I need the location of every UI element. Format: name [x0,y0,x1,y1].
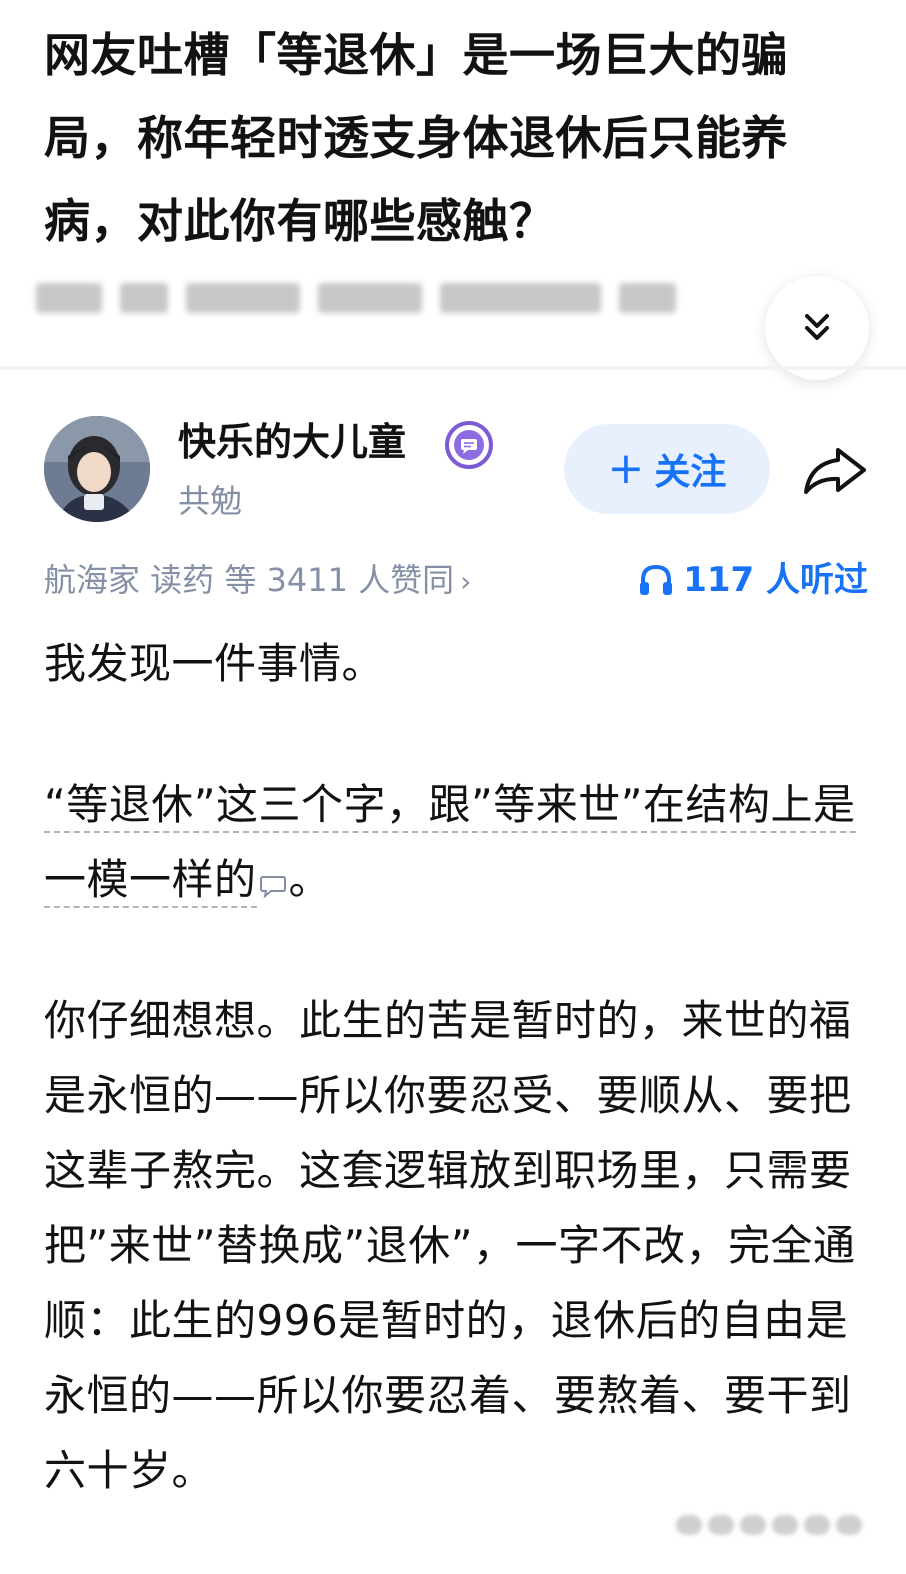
chevron-right-icon: › [460,565,472,598]
author-bio: 共勉 [178,482,243,520]
question-title[interactable]: 网友吐槽「等退休」是一场巨大的骗局，称年轻时透支身体退休后只能养病，对此你有哪些… [44,14,874,263]
follow-label: 关注 [654,452,727,493]
headphone-icon [640,564,673,595]
header-divider [0,366,906,370]
endorse-text: 航海家 读药 等 3411 人赞同 [44,561,455,599]
avatar-image [44,416,150,522]
answer-body: 我发现一件事情。 “等退休”这三个字，跟”等来世”在结构上是一模一样的。 你仔细… [44,626,874,1574]
share-arrow-icon[interactable] [800,440,870,500]
listened-count[interactable]: 117 人听过 [637,556,868,604]
answer-paragraph-1: 我发现一件事情。 [44,639,385,688]
annotated-text[interactable]: “等退休”这三个字，跟”等来世”在结构上是一模一样的 [44,780,856,908]
answer-paragraph-3: 你仔细想想。此生的苦是暂时的，来世的福是永恒的——所以你要忍受、要顺从、要把这辈… [44,996,856,1495]
double-chevron-down-icon [805,314,829,340]
message-badge-icon [445,421,493,469]
blurred-watermark [676,1515,896,1545]
listened-text: 117 人听过 [683,560,868,600]
answer-page: 网友吐槽「等退休」是一场巨大的骗局，称年轻时透支身体退休后只能养病，对此你有哪些… [0,0,906,1549]
plus-icon: + [607,443,645,494]
author-name[interactable]: 快乐的大儿童 [178,414,406,470]
avatar[interactable] [44,416,150,522]
follow-button[interactable]: + 关注 [564,424,770,514]
paragraph-2-end: 。 [288,855,332,904]
endorse-summary[interactable]: 航海家 读药 等 3411 人赞同 › [44,556,471,606]
expand-question-button[interactable] [765,276,869,380]
blurred-question-meta [36,278,676,318]
answer-paragraph-2: “等退休”这三个字，跟”等来世”在结构上是一模一样的。 [44,767,874,917]
comment-bubble-icon[interactable] [259,874,287,898]
